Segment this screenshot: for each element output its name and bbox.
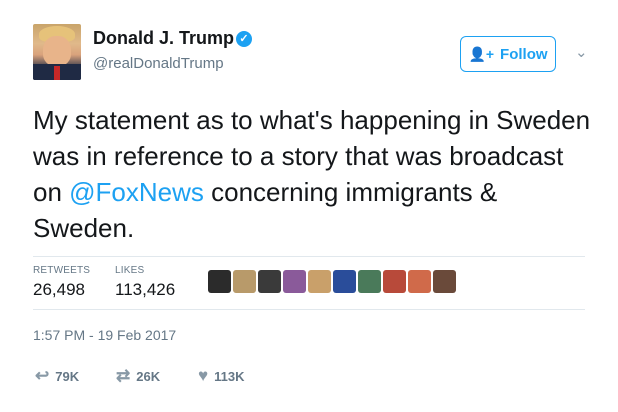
tweet-text: My statement as to what's happening in S…	[33, 102, 593, 246]
add-person-icon: 👤+	[468, 45, 495, 62]
chevron-down-icon[interactable]: ⌄	[575, 43, 588, 61]
reply-button[interactable]: ↩ 79K	[35, 366, 79, 386]
user-handle[interactable]: @realDonaldTrump	[93, 55, 224, 72]
reply-count: 79K	[55, 368, 80, 384]
divider-bottom	[33, 309, 585, 310]
verified-check-icon: ✓	[236, 31, 252, 47]
liker-avatar[interactable]	[208, 270, 231, 293]
avatar-tie	[54, 66, 60, 80]
follow-button-label: Follow	[500, 45, 548, 63]
avatar[interactable]	[33, 24, 81, 80]
likes-label: LIKES	[115, 265, 145, 276]
retweets-count: 26,498	[33, 280, 85, 299]
liker-avatar[interactable]	[258, 270, 281, 293]
avatar-face	[43, 36, 71, 66]
liker-avatar[interactable]	[383, 270, 406, 293]
like-button[interactable]: ♥ 113K	[198, 366, 244, 386]
retweet-count: 26K	[136, 368, 161, 384]
likes-count: 113,426	[115, 280, 176, 299]
retweets-stat[interactable]: RETWEETS 26,498	[33, 265, 90, 300]
liker-avatar[interactable]	[333, 270, 356, 293]
liker-avatar[interactable]	[308, 270, 331, 293]
liker-avatar[interactable]	[358, 270, 381, 293]
retweets-label: RETWEETS	[33, 265, 91, 276]
follow-button[interactable]: 👤+ Follow	[460, 36, 556, 72]
liker-avatar[interactable]	[433, 270, 456, 293]
tweet-mention-link[interactable]: @FoxNews	[69, 177, 204, 207]
liker-avatar[interactable]	[283, 270, 306, 293]
liker-avatar[interactable]	[408, 270, 431, 293]
tweet-timestamp[interactable]: 1:57 PM - 19 Feb 2017	[33, 327, 176, 343]
divider-top	[33, 256, 585, 257]
likes-stat[interactable]: LIKES 113,426	[115, 265, 175, 300]
liker-avatars	[208, 270, 456, 293]
like-count: 113K	[214, 368, 245, 384]
liker-avatar[interactable]	[233, 270, 256, 293]
retweet-icon: ⇄	[116, 366, 131, 385]
retweet-button[interactable]: ⇄ 26K	[116, 366, 160, 386]
user-name[interactable]: Donald J. Trump	[93, 28, 234, 49]
reply-icon: ↩	[35, 366, 50, 385]
heart-icon: ♥	[198, 366, 209, 385]
